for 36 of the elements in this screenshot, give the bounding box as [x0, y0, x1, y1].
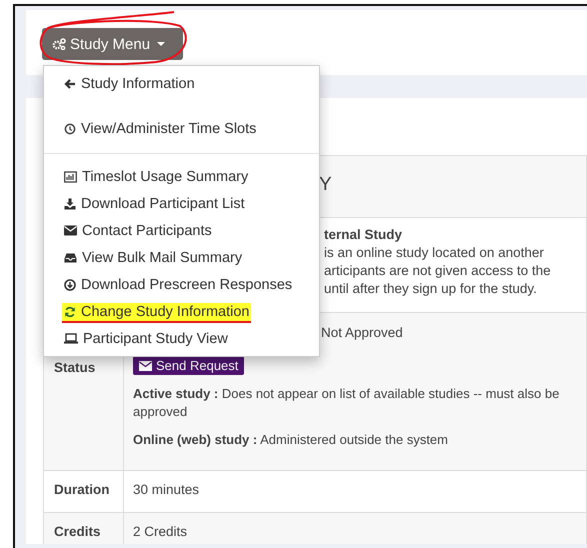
chart-icon: [64, 170, 77, 182]
study-type-description: until after they sign up for the study.: [324, 280, 538, 298]
study-title: Y: [319, 174, 332, 195]
status-note: Active study : Does not appear on list of available studies -- must also be approved: [133, 385, 560, 421]
send-request-button[interactable]: Send Request: [133, 356, 244, 375]
status-note: Online (web) study : Administered outside the system: [133, 431, 449, 449]
row-label: Credits: [54, 524, 101, 539]
gears-icon: [52, 38, 66, 50]
menu-item[interactable]: Download Participant List: [62, 194, 247, 214]
inbox-icon: [64, 252, 77, 263]
row-label: Status: [54, 360, 96, 375]
menu-item[interactable]: Download Prescreen Responses: [62, 276, 294, 296]
menu-item[interactable]: Change Study Information: [62, 302, 252, 322]
caret-icon: [157, 42, 166, 46]
row-value: 2 Credits: [133, 524, 188, 539]
envelope-icon: [139, 360, 152, 370]
menu-item[interactable]: Contact Participants: [62, 222, 214, 242]
menu-item[interactable]: Participant Study View: [62, 330, 230, 350]
menu-item[interactable]: Study Information: [62, 75, 197, 95]
clock-icon: [64, 123, 76, 135]
download-circle-icon: [64, 278, 76, 290]
menu-item[interactable]: Timeslot Usage Summary: [62, 168, 250, 188]
study-type-description: is an online study located on another: [324, 244, 545, 262]
laptop-icon: [64, 333, 78, 344]
study-type: ternal Study: [324, 226, 404, 244]
envelope-icon: [64, 225, 77, 236]
row-label: Duration: [54, 482, 110, 497]
study-menu-button[interactable]: Study Menu: [42, 28, 183, 60]
menu-item[interactable]: View Bulk Mail Summary: [62, 248, 244, 268]
back-arrow-icon: [64, 78, 76, 90]
download-icon: [64, 198, 76, 210]
menu-item[interactable]: View/Administer Time Slots: [62, 120, 258, 140]
study-type-description: articipants are not given access to the: [324, 262, 552, 280]
status-value: Not Approved: [321, 325, 403, 340]
row-value: 30 minutes: [133, 482, 200, 497]
refresh-icon: [64, 306, 76, 318]
